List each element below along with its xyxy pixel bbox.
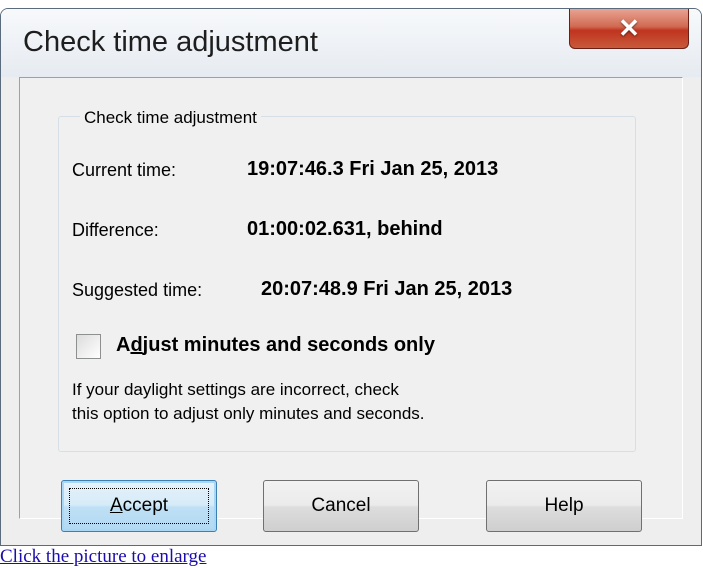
checkbox-label-mnemonic: d <box>130 334 143 356</box>
checkbox-label-prefix: A <box>116 334 131 356</box>
group-box-legend: Check time adjustment <box>80 108 261 128</box>
hint-line-2: this option to adjust only minutes and s… <box>72 404 425 423</box>
adjust-minutes-checkbox-label[interactable]: Adjust minutes and seconds only <box>116 334 435 357</box>
adjust-minutes-checkbox[interactable] <box>76 334 101 359</box>
close-button[interactable]: ✕ <box>569 9 689 49</box>
dialog-window: Check time adjustment ✕ Check time adjus… <box>0 8 702 546</box>
title-bar[interactable]: Check time adjustment ✕ <box>1 9 701 77</box>
help-button[interactable]: Help <box>486 480 642 532</box>
suggested-time-value: 20:07:48.9 Fri Jan 25, 2013 <box>261 278 513 300</box>
accept-button[interactable]: Accept <box>61 480 217 532</box>
suggested-time-label: Suggested time: <box>72 280 203 300</box>
checkbox-label-suffix: just minutes and seconds only <box>142 334 435 356</box>
close-icon: ✕ <box>618 13 640 43</box>
daylight-hint-text: If your daylight settings are incorrect,… <box>72 378 425 426</box>
difference-value: 01:00:02.631, behind <box>247 218 443 240</box>
enlarge-link[interactable]: Click the picture to enlarge <box>0 546 206 568</box>
dialog-client-area: Check time adjustment Current time: 19:0… <box>19 77 683 532</box>
cancel-button[interactable]: Cancel <box>263 480 419 532</box>
focus-rectangle <box>69 488 209 524</box>
window-title: Check time adjustment <box>23 26 318 58</box>
help-label: Help <box>544 495 584 516</box>
current-time-value: 19:07:46.3 Fri Jan 25, 2013 <box>247 158 499 180</box>
hint-line-1: If your daylight settings are incorrect,… <box>72 380 399 399</box>
cancel-label: Cancel <box>311 495 371 516</box>
current-time-label: Current time: <box>72 160 177 180</box>
difference-label: Difference: <box>72 220 159 240</box>
